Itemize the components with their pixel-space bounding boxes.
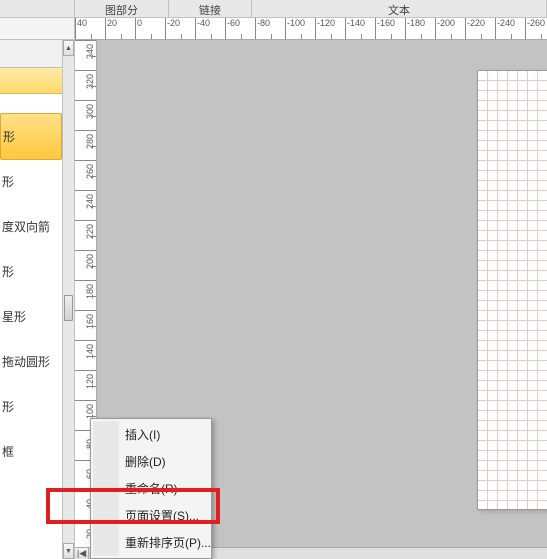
menu-insert[interactable]: 插入(I) bbox=[93, 421, 209, 448]
horizontal-ruler: 40200-20-40-60-80-100-120-140-160-180-20… bbox=[75, 18, 547, 40]
ruler-h-tick: -20 bbox=[165, 18, 195, 39]
ruler-h-tick: -120 bbox=[315, 18, 345, 39]
ruler-v-tick: 340 bbox=[75, 40, 96, 70]
ruler-v-tick: 180 bbox=[75, 280, 96, 310]
ruler-v-tick: 300 bbox=[75, 100, 96, 130]
shape-item-7[interactable]: 框 bbox=[0, 429, 62, 474]
ruler-h-tick: -160 bbox=[375, 18, 405, 39]
ruler-h-tick: -100 bbox=[285, 18, 315, 39]
shape-item-5[interactable]: 拖动圆形 bbox=[0, 339, 62, 384]
ruler-h-tick: -200 bbox=[435, 18, 465, 39]
ruler-v-tick: 200 bbox=[75, 250, 96, 280]
ruler-v-tick: 220 bbox=[75, 220, 96, 250]
ruler-v-tick: 260 bbox=[75, 160, 96, 190]
menu-delete[interactable]: 删除(D) bbox=[93, 448, 209, 475]
ruler-h-tick: -80 bbox=[255, 18, 285, 39]
ribbon-tab-parts[interactable]: 图部分 bbox=[75, 0, 169, 17]
ruler-h-tick: 20 bbox=[105, 18, 135, 39]
ruler-v-tick: 160 bbox=[75, 310, 96, 340]
drawing-page[interactable] bbox=[477, 70, 547, 510]
ruler-h-tick: -140 bbox=[345, 18, 375, 39]
ruler-h-tick: 40 bbox=[75, 18, 105, 39]
scroll-down-button[interactable]: ▼ bbox=[63, 543, 74, 559]
nav-first-button[interactable]: |◀ bbox=[75, 548, 89, 559]
shape-item-4[interactable]: 星形 bbox=[0, 294, 62, 339]
ruler-v-tick: 240 bbox=[75, 190, 96, 220]
shapes-panel: 形形度双向箭形星形拖动圆形形框 bbox=[0, 40, 63, 559]
shapes-scrollbar[interactable]: ▲ ▼ bbox=[63, 40, 75, 559]
ruler-h-tick: -40 bbox=[195, 18, 225, 39]
ribbon-tabs: 图部分 链接 文本 bbox=[0, 0, 547, 18]
ruler-v-tick: 140 bbox=[75, 340, 96, 370]
page-context-menu: 插入(I) 删除(D) 重命名(R) 页面设置(S)... 重新排序页(P)..… bbox=[90, 418, 212, 559]
menu-reorder[interactable]: 重新排序页(P)... bbox=[93, 529, 209, 556]
scroll-up-button[interactable]: ▲ bbox=[63, 40, 74, 56]
ruler-h-tick: -240 bbox=[495, 18, 525, 39]
ribbon-spacer bbox=[0, 0, 75, 17]
shape-item-1[interactable]: 形 bbox=[0, 159, 62, 204]
shape-item-6[interactable]: 形 bbox=[0, 384, 62, 429]
ruler-h-tick: 0 bbox=[135, 18, 165, 39]
ribbon-tab-text[interactable]: 文本 bbox=[252, 0, 547, 17]
shapes-header bbox=[0, 40, 62, 68]
ruler-h-tick: -220 bbox=[465, 18, 495, 39]
ruler-v-tick: 120 bbox=[75, 370, 96, 400]
ruler-v-tick: 280 bbox=[75, 130, 96, 160]
shapes-list: 形形度双向箭形星形拖动圆形形框 bbox=[0, 94, 62, 474]
ruler-h-tick: -260 bbox=[525, 18, 547, 39]
shape-item-3[interactable]: 形 bbox=[0, 249, 62, 294]
shapes-search-bar[interactable] bbox=[0, 68, 62, 94]
shape-item-2[interactable]: 度双向箭 bbox=[0, 204, 62, 249]
toolbar-corner bbox=[0, 18, 75, 40]
ruler-h-tick: -180 bbox=[405, 18, 435, 39]
scroll-thumb[interactable] bbox=[64, 295, 73, 321]
menu-rename[interactable]: 重命名(R) bbox=[93, 475, 209, 502]
shape-item-0[interactable]: 形 bbox=[0, 113, 62, 160]
ruler-v-tick: 320 bbox=[75, 70, 96, 100]
ruler-h-tick: -60 bbox=[225, 18, 255, 39]
menu-page-setup[interactable]: 页面设置(S)... bbox=[93, 502, 209, 529]
ribbon-tab-links[interactable]: 链接 bbox=[169, 0, 252, 17]
